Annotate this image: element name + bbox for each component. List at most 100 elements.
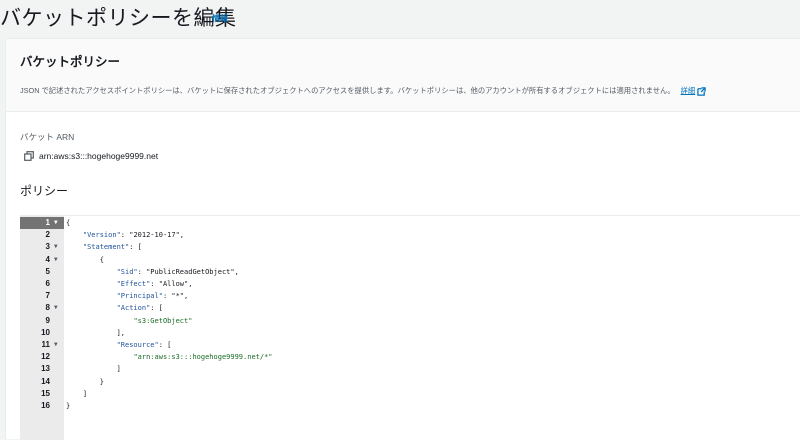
code-line[interactable]: 5 "Sid": "PublicReadGetObject", bbox=[20, 266, 800, 278]
line-number-cell: 3 ▼ bbox=[20, 241, 64, 253]
line-number: 6 bbox=[45, 279, 50, 288]
fold-arrow-icon[interactable]: ▼ bbox=[54, 254, 58, 266]
policy-heading: ポリシー bbox=[20, 184, 69, 198]
code-text: ] bbox=[66, 388, 87, 400]
code-text: "Principal": "*", bbox=[66, 290, 189, 302]
code-line[interactable]: 3 ▼ "Statement": [ bbox=[20, 241, 800, 253]
policy-editor[interactable]: 1 ▼{2 "Version": "2012-10-17", 3 ▼ "Stateme… bbox=[20, 215, 800, 440]
bucket-arn-row: arn:aws:s3:::hogehoge9999.net bbox=[24, 149, 158, 163]
code-line[interactable]: 4 ▼ { bbox=[20, 254, 800, 266]
line-number-cell: 9 bbox=[20, 315, 64, 327]
fold-arrow-icon[interactable]: ▼ bbox=[54, 302, 58, 314]
fold-arrow-icon[interactable]: ▼ bbox=[54, 241, 58, 253]
line-number: 13 bbox=[41, 364, 50, 374]
line-number-cell: 16 bbox=[20, 400, 64, 412]
details-link[interactable]: 詳細 bbox=[680, 86, 707, 96]
line-number: 1 bbox=[45, 218, 50, 227]
code-line[interactable]: 13 ] bbox=[20, 363, 800, 375]
line-number-cell: 7 bbox=[20, 290, 64, 302]
panel-header: バケットポリシー JSON で記述されたアクセスポイントポリシーは、バケットに保… bbox=[6, 39, 800, 112]
code-text: ], bbox=[66, 327, 125, 339]
details-link-label: 詳細 bbox=[680, 86, 696, 95]
fold-arrow-icon[interactable]: ▼ bbox=[54, 339, 58, 351]
code-text: } bbox=[66, 376, 104, 388]
json-value: "s3:GetObject" bbox=[133, 316, 193, 325]
line-number-cell: 2 bbox=[20, 229, 64, 241]
info-link[interactable]: 情報 bbox=[212, 13, 228, 24]
code-text: { bbox=[66, 217, 70, 229]
code-text: "arn:aws:s3:::hogehoge9999.net/*" bbox=[66, 351, 272, 363]
code-text: "Resource": [ bbox=[66, 339, 172, 351]
json-key: "Version" bbox=[82, 231, 121, 240]
code-line[interactable]: 16} bbox=[20, 400, 800, 412]
json-key: "Effect" bbox=[116, 280, 151, 288]
json-value: : "PublicReadGetObject", bbox=[137, 267, 239, 276]
line-number: 10 bbox=[41, 327, 50, 337]
line-number-cell: 14 bbox=[20, 376, 64, 388]
external-link-icon bbox=[697, 86, 706, 96]
json-value: : "Allow", bbox=[150, 280, 193, 288]
line-number-cell: 13 bbox=[20, 363, 64, 375]
line-number: 16 bbox=[41, 401, 50, 410]
panel-description: JSON で記述されたアクセスポイントポリシーは、バケットに保存されたオブジェク… bbox=[20, 86, 706, 96]
bucket-policy-panel: バケットポリシー JSON で記述されたアクセスポイントポリシーは、バケットに保… bbox=[5, 38, 800, 440]
line-number: 15 bbox=[41, 388, 50, 398]
code-line[interactable]: 10 ], bbox=[20, 327, 800, 339]
line-number-cell: 1 ▼ bbox=[20, 217, 64, 230]
line-number: 11 bbox=[41, 340, 50, 349]
code-text: "Effect": "Allow", bbox=[66, 278, 193, 290]
page-header: バケットポリシーを編集 情報 bbox=[0, 0, 800, 38]
code-line[interactable]: 11 ▼ "Resource": [ bbox=[20, 339, 800, 351]
code-line[interactable]: 2 "Version": "2012-10-17", bbox=[20, 229, 800, 241]
json-key: "Statement" bbox=[82, 243, 130, 252]
line-number-cell: 15 bbox=[20, 388, 64, 400]
code-text: "Statement": [ bbox=[66, 241, 142, 253]
page-title: バケットポリシーを編集 bbox=[0, 7, 237, 30]
json-value: { bbox=[66, 219, 71, 227]
line-number-cell: 11 ▼ bbox=[20, 339, 64, 351]
line-number-cell: 5 bbox=[20, 266, 64, 278]
line-number: 5 bbox=[45, 266, 50, 276]
code-line[interactable]: 7 "Principal": "*", bbox=[20, 290, 800, 302]
code-line[interactable]: 9 "s3:GetObject" bbox=[20, 315, 800, 327]
code-line[interactable]: 12 "arn:aws:s3:::hogehoge9999.net/*" bbox=[20, 351, 800, 363]
code-line[interactable]: 15 ] bbox=[20, 388, 800, 400]
code-text: "Version": "2012-10-17", bbox=[66, 229, 184, 241]
json-value: : [ bbox=[150, 304, 163, 313]
json-value: : [ bbox=[129, 243, 142, 252]
json-value: : "*", bbox=[162, 292, 189, 301]
json-value: ] bbox=[82, 389, 88, 398]
json-key: "Sid" bbox=[116, 267, 138, 276]
code-line[interactable]: 1 ▼{ bbox=[20, 217, 800, 230]
copy-icon[interactable] bbox=[24, 151, 34, 161]
code-line[interactable]: 14 } bbox=[20, 376, 800, 388]
code-line[interactable]: 8 ▼ "Action": [ bbox=[20, 302, 800, 314]
line-number: 14 bbox=[41, 376, 50, 386]
line-number-cell: 10 bbox=[20, 327, 64, 339]
json-value: ] bbox=[116, 365, 121, 374]
bucket-arn-value: arn:aws:s3:::hogehoge9999.net bbox=[39, 151, 159, 161]
code-line[interactable]: 6 "Effect": "Allow", bbox=[20, 278, 800, 290]
json-value: ], bbox=[116, 328, 126, 337]
json-key: "Resource" bbox=[116, 341, 159, 349]
code-text: ] bbox=[66, 363, 121, 375]
panel-title: バケットポリシー bbox=[20, 55, 121, 69]
json-value: } bbox=[66, 402, 71, 410]
line-number: 2 bbox=[45, 230, 50, 240]
json-key: "Action" bbox=[116, 304, 151, 313]
code-text: "s3:GetObject" bbox=[66, 315, 192, 327]
line-number: 8 bbox=[45, 303, 50, 313]
line-number-cell: 4 ▼ bbox=[20, 254, 64, 266]
fold-arrow-icon[interactable]: ▼ bbox=[54, 217, 58, 229]
json-value: : [ bbox=[158, 341, 172, 349]
